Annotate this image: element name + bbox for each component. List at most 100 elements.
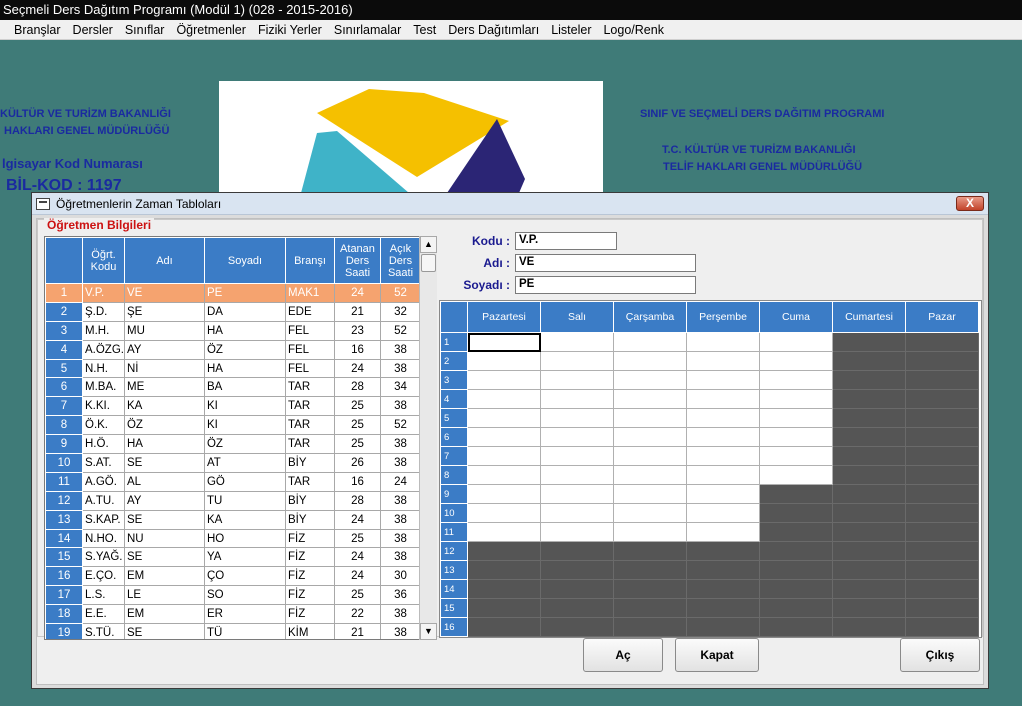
teacher-cell[interactable]: SE bbox=[123, 453, 205, 473]
teacher-cell[interactable]: AY bbox=[123, 339, 205, 360]
schedule-slot-blocked[interactable] bbox=[905, 351, 979, 371]
teacher-cell[interactable]: EM bbox=[123, 566, 205, 587]
schedule-slot[interactable] bbox=[467, 427, 541, 447]
row-number[interactable]: 10 bbox=[45, 453, 83, 473]
schedule-slot[interactable] bbox=[759, 351, 833, 371]
teacher-cell[interactable]: FİZ bbox=[284, 604, 335, 625]
teacher-cell[interactable]: ÖZ bbox=[203, 339, 286, 360]
schedule-slot[interactable] bbox=[467, 332, 541, 352]
schedule-slot-blocked[interactable] bbox=[905, 522, 979, 542]
schedule-slot[interactable] bbox=[613, 465, 687, 485]
teacher-cell[interactable]: BA bbox=[203, 377, 286, 398]
teacher-cell[interactable]: SE bbox=[123, 509, 205, 530]
teacher-cell[interactable]: ER bbox=[203, 604, 286, 625]
schedule-slot-blocked[interactable] bbox=[540, 579, 614, 599]
schedule-slot-blocked[interactable] bbox=[832, 408, 906, 428]
teacher-cell[interactable]: 25 bbox=[333, 434, 381, 455]
close-window-button[interactable]: X bbox=[956, 196, 984, 211]
teacher-cell[interactable]: S.TÜ. bbox=[82, 623, 125, 639]
teacher-row[interactable]: 18 E.E. EM ER FİZ 22 38 bbox=[45, 604, 421, 625]
teacher-cell[interactable]: EM bbox=[123, 604, 205, 625]
teacher-cell[interactable]: 28 bbox=[333, 377, 381, 398]
schedule-slot-blocked[interactable] bbox=[905, 370, 979, 390]
teacher-cell[interactable]: 38 bbox=[379, 358, 421, 379]
teacher-row[interactable]: 7 K.KI. KA KI TAR 25 38 bbox=[45, 396, 421, 417]
teacher-cell[interactable]: 38 bbox=[379, 604, 421, 625]
teacher-cell[interactable]: 23 bbox=[333, 320, 381, 341]
teacher-cell[interactable]: KA bbox=[203, 509, 286, 530]
teacher-column-header[interactable]: Soyadı bbox=[203, 237, 286, 284]
row-number[interactable]: 8 bbox=[45, 415, 83, 436]
teacher-row[interactable]: 12 A.TU. AY TU BİY 28 38 bbox=[45, 490, 421, 511]
teacher-cell[interactable]: SO bbox=[203, 585, 286, 606]
schedule-slot-blocked[interactable] bbox=[613, 617, 687, 637]
teacher-cell[interactable]: NU bbox=[123, 528, 205, 549]
teacher-cell[interactable]: 24 bbox=[333, 547, 381, 568]
teacher-cell[interactable]: K.KI. bbox=[82, 396, 125, 417]
teacher-cell[interactable]: N.H. bbox=[82, 358, 125, 379]
schedule-slot-blocked[interactable] bbox=[832, 446, 906, 466]
teacher-cell[interactable]: TAR bbox=[284, 471, 335, 492]
teacher-name-field[interactable]: VE bbox=[515, 254, 696, 272]
teacher-cell[interactable]: AL bbox=[123, 471, 205, 492]
schedule-slot[interactable] bbox=[613, 332, 687, 352]
teacher-cell[interactable]: 52 bbox=[379, 320, 421, 341]
schedule-slot[interactable] bbox=[467, 465, 541, 485]
schedule-slot[interactable] bbox=[686, 370, 760, 390]
schedule-slot-blocked[interactable] bbox=[832, 579, 906, 599]
teacher-cell[interactable]: 24 bbox=[333, 283, 381, 303]
teacher-cell[interactable]: 22 bbox=[333, 604, 381, 625]
teacher-cell[interactable]: 36 bbox=[379, 585, 421, 606]
row-number[interactable]: 19 bbox=[45, 623, 83, 639]
teacher-cell[interactable]: S.KAP. bbox=[82, 509, 125, 530]
schedule-slot-blocked[interactable] bbox=[686, 560, 760, 580]
exit-button[interactable]: Çıkış bbox=[900, 638, 980, 672]
schedule-slot[interactable] bbox=[467, 389, 541, 409]
teacher-row[interactable]: 6 M.BA. ME BA TAR 28 34 bbox=[45, 377, 421, 398]
teacher-cell[interactable]: 38 bbox=[379, 528, 421, 549]
schedule-slot[interactable] bbox=[613, 522, 687, 542]
row-number[interactable]: 9 bbox=[45, 434, 83, 455]
schedule-slot-blocked[interactable] bbox=[686, 541, 760, 561]
menu-item[interactable]: Test bbox=[407, 23, 442, 37]
teacher-column-header[interactable]: Atanan Ders Saati bbox=[333, 237, 381, 284]
teacher-cell[interactable]: TÜ bbox=[203, 623, 286, 639]
teacher-cell[interactable]: 38 bbox=[379, 339, 421, 360]
teacher-cell[interactable]: L.S. bbox=[82, 585, 125, 606]
teacher-cell[interactable]: ÖZ bbox=[203, 434, 286, 455]
teacher-column-header[interactable]: Öğrt. Kodu bbox=[82, 237, 125, 284]
schedule-slot-blocked[interactable] bbox=[905, 560, 979, 580]
teacher-cell[interactable]: TAR bbox=[284, 434, 335, 455]
teacher-row[interactable]: 13 S.KAP. SE KA BİY 24 38 bbox=[45, 509, 421, 530]
schedule-slot-blocked[interactable] bbox=[905, 598, 979, 618]
schedule-slot-blocked[interactable] bbox=[759, 484, 833, 504]
schedule-slot[interactable] bbox=[540, 370, 614, 390]
menu-item[interactable]: Dersler bbox=[67, 23, 119, 37]
schedule-slot[interactable] bbox=[540, 484, 614, 504]
schedule-slot-blocked[interactable] bbox=[832, 522, 906, 542]
teacher-cell[interactable]: BİY bbox=[284, 509, 335, 530]
teacher-cell[interactable]: FEL bbox=[284, 320, 335, 341]
schedule-slot-blocked[interactable] bbox=[905, 389, 979, 409]
schedule-slot[interactable] bbox=[759, 408, 833, 428]
schedule-slot[interactable] bbox=[613, 351, 687, 371]
teacher-cell[interactable]: 16 bbox=[333, 471, 381, 492]
schedule-slot[interactable] bbox=[613, 370, 687, 390]
teacher-cell[interactable]: 16 bbox=[333, 339, 381, 360]
schedule-slot-blocked[interactable] bbox=[613, 579, 687, 599]
teacher-cell[interactable]: 24 bbox=[333, 566, 381, 587]
schedule-slot-blocked[interactable] bbox=[759, 598, 833, 618]
teacher-cell[interactable]: M.BA. bbox=[82, 377, 125, 398]
schedule-slot[interactable] bbox=[686, 465, 760, 485]
teacher-cell[interactable]: 38 bbox=[379, 434, 421, 455]
schedule-slot-blocked[interactable] bbox=[905, 332, 979, 352]
schedule-slot-blocked[interactable] bbox=[905, 617, 979, 637]
scroll-down-arrow-icon[interactable]: ▼ bbox=[420, 623, 437, 640]
teacher-cell[interactable]: FİZ bbox=[284, 528, 335, 549]
schedule-slot-blocked[interactable] bbox=[832, 427, 906, 447]
teacher-cell[interactable]: KI bbox=[203, 396, 286, 417]
teacher-row[interactable]: 3 M.H. MU HA FEL 23 52 bbox=[45, 320, 421, 341]
schedule-slot[interactable] bbox=[467, 446, 541, 466]
row-number[interactable]: 7 bbox=[45, 396, 83, 417]
teacher-cell[interactable]: 25 bbox=[333, 415, 381, 436]
